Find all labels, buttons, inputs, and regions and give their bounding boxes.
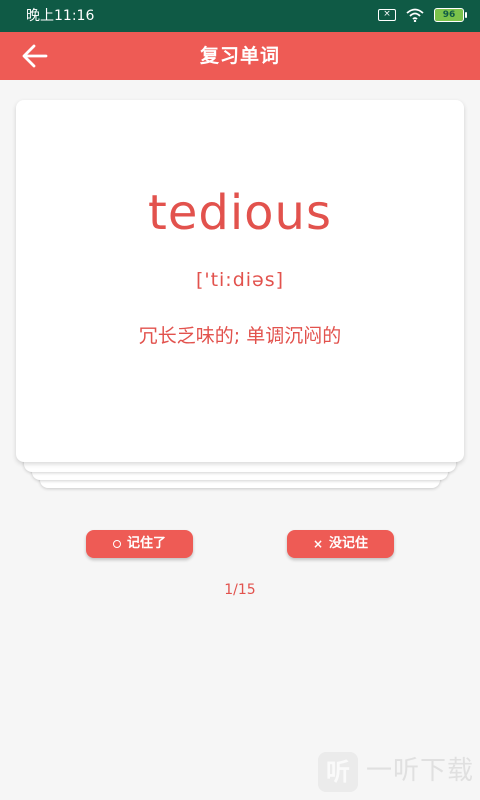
status-time: 晚上11:16 [26, 8, 95, 24]
phonetic-text: ['ti:diəs] [195, 269, 285, 291]
remember-button-label: 记住了 [126, 536, 166, 551]
status-bar: 晚上11:16 × 96 [0, 0, 480, 32]
forget-button[interactable]: × 没记住 [287, 530, 394, 558]
circle-icon [112, 540, 121, 548]
forget-button-label: 没记住 [329, 536, 369, 551]
remember-button[interactable]: 记住了 [86, 530, 193, 558]
page-title: 复习单词 [199, 45, 280, 67]
progress-counter: 1/15 [224, 582, 256, 598]
battery-level: 96 [442, 10, 456, 20]
cross-icon: × [312, 537, 324, 551]
watermark-logo-char: 听 [326, 758, 350, 786]
battery-icon: 96 [434, 8, 467, 22]
watermark-text: 一听下载 [366, 756, 475, 786]
word-card[interactable]: tedious ['ti:diəs] 冗长乏味的; 单调沉闷的 [16, 100, 464, 462]
watermark-logo: 听 [318, 752, 358, 792]
wifi-icon [406, 8, 424, 22]
sim-x-icon: × [378, 9, 396, 21]
word-text: tedious [148, 185, 332, 241]
toolbar: 复习单词 [0, 32, 480, 80]
watermark: 听 一听下载 [310, 748, 480, 798]
status-icons: × 96 [378, 8, 467, 22]
meaning-text: 冗长乏味的; 单调沉闷的 [138, 325, 342, 347]
